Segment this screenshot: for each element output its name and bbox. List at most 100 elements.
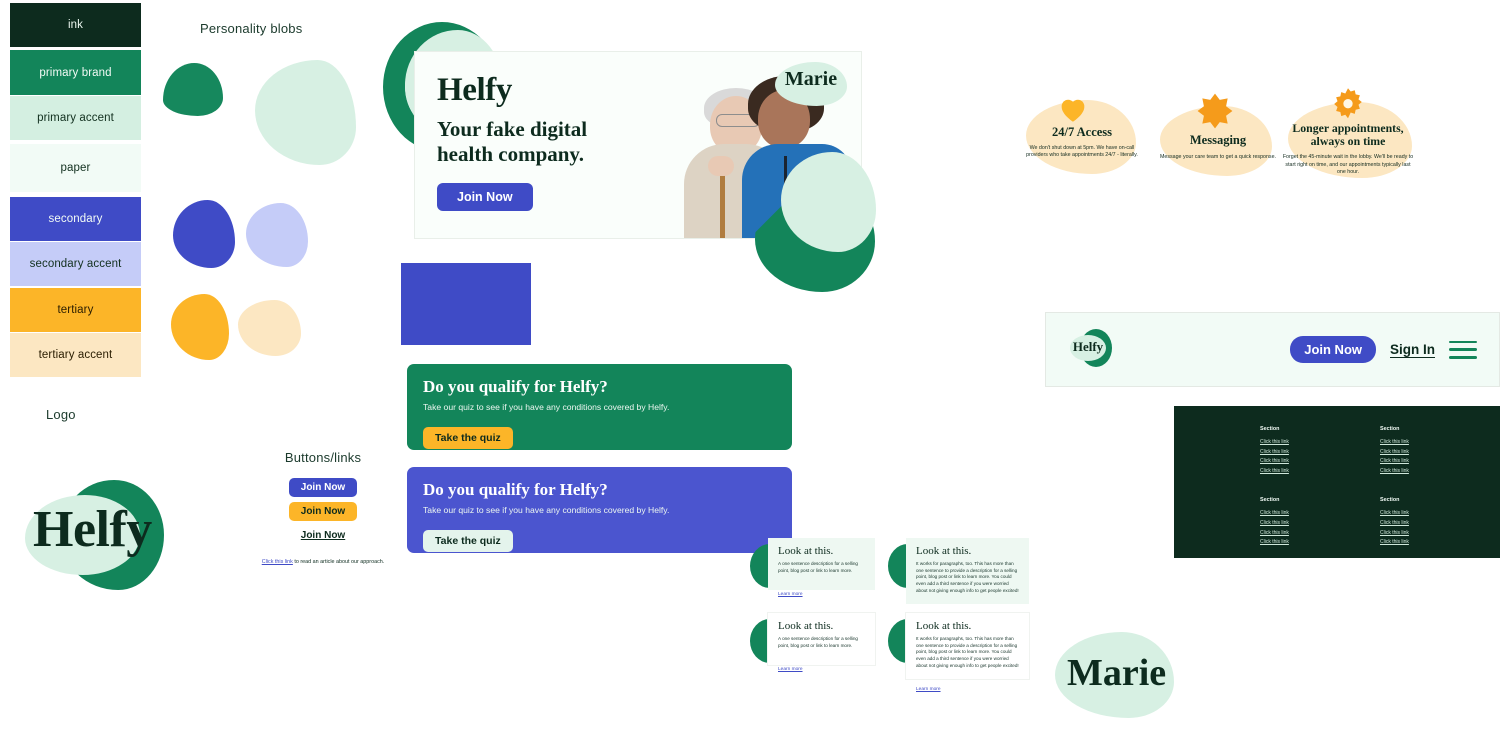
hero-brand-wordmark: Helfy [437,72,512,108]
navbar-logo-wordmark: Helfy [1072,338,1104,354]
footer-link[interactable]: Click this link [1260,439,1380,445]
feature-longer-appointments: Longer appointments, always on time Forg… [1278,84,1418,178]
swatch-tertiary-label: tertiary [57,304,94,316]
navbar-sign-in-link[interactable]: Sign In [1390,342,1435,357]
footer: Section Click this link Click this link … [1174,406,1500,558]
footer-link[interactable]: Click this link [1380,439,1500,445]
feature-title-1: 24/7 Access [1051,125,1113,139]
logo-section-label: Logo [46,407,76,422]
take-the-quiz-button-blue[interactable]: Take the quiz [423,530,513,553]
navbar-actions: Join Now Sign In [1290,336,1477,363]
inline-link-rest: to read an article about our approach. [292,559,385,565]
content-card-learn-more-3[interactable]: Learn more [778,667,803,672]
quiz-card-blue: Do you qualify for Helfy? Take our quiz … [407,467,792,553]
footer-heading-1: Section [1260,426,1280,432]
quiz-card-blue-title: Do you qualify for Helfy? [423,480,608,499]
buttons-links-group: Buttons/links Join Now Join Now Join Now… [258,450,388,567]
content-card-learn-more-1[interactable]: Learn more [778,592,803,597]
footer-link[interactable]: Click this link [1380,530,1500,536]
footer-link[interactable]: Click this link [1380,468,1500,474]
blob-tertiary-accent [238,300,301,356]
feature-title-2: Messaging [1189,133,1247,147]
join-now-primary-button[interactable]: Join Now [288,478,358,497]
swatch-paper: paper [10,144,141,192]
footer-heading-4: Section [1380,497,1400,504]
swatch-ink: ink [10,3,141,47]
blob-primary-accent [255,60,356,165]
footer-heading-3: Section [1260,497,1280,504]
swatch-primary-brand: primary brand [10,50,141,95]
feature-desc-3: Forget the 45-minute wait in the lobby. … [1282,153,1414,176]
navbar-logo[interactable]: Helfy [1070,328,1112,371]
buttons-links-label: Buttons/links [284,450,362,465]
content-card-text-4: It works for paragraphs, too. This has m… [916,636,1019,668]
color-palette: ink primary brand primary accent paper s… [10,3,141,377]
quiz-card-green-title: Do you qualify for Helfy? [423,377,608,396]
swatch-primary-brand-label: primary brand [39,66,112,79]
blob-secondary-accent [246,203,308,267]
content-card-body: Look at this. A one sentence description… [768,538,875,597]
footer-link[interactable]: Click this link [1260,539,1380,545]
footer-column-1: Section Click this link Click this link … [1260,426,1380,477]
blob-tertiary [171,294,229,360]
content-card-title-3: Look at this. [778,620,834,632]
quiz-card-green-body: Take our quiz to see if you have any con… [423,402,670,412]
footer-link[interactable]: Click this link [1260,510,1380,516]
feature-messaging: Messaging Message your care team to get … [1148,92,1288,176]
content-card-title-4: Look at this. [916,620,972,632]
content-card-body: Look at this. A one sentence description… [768,613,875,672]
photo-hand [708,156,734,176]
swatch-secondary-accent: secondary accent [10,242,141,286]
content-card-learn-more-4[interactable]: Learn more [916,687,941,692]
swatch-secondary-label: secondary [48,213,103,225]
join-now-text-button[interactable]: Join Now [289,526,357,545]
hero-name-badge: Marie [775,62,847,106]
footer-link[interactable]: Click this link [1380,449,1500,455]
blob-secondary [173,200,235,268]
footer-column-2: Section Click this link Click this link … [1380,426,1500,477]
swatch-tertiary-accent-label: tertiary accent [38,349,113,361]
navbar-join-now-button[interactable]: Join Now [1290,336,1376,363]
footer-column-3: Section Click this link Click this link … [1260,497,1380,548]
footer-link[interactable]: Click this link [1260,458,1380,464]
brand-board-canvas: ink primary brand primary accent paper s… [0,0,1500,732]
footer-link[interactable]: Click this link [1260,449,1380,455]
hero-copy: Helfy Your fake digital health company. … [437,74,647,211]
content-card-text-1: A one sentence description for a selling… [778,561,858,573]
swatch-tertiary: tertiary [10,288,141,332]
hamburger-menu-icon[interactable] [1449,340,1477,359]
hero-name-badge-text: Marie [784,68,838,90]
quiz-card-green: Do you qualify for Helfy? Take our quiz … [407,364,792,450]
swatch-secondary-accent-label: secondary accent [29,258,122,270]
footer-link[interactable]: Click this link [1260,468,1380,474]
footer-link[interactable]: Click this link [1380,458,1500,464]
feature-24-7-access: 24/7 Access We don't shut down at 5pm. W… [1012,88,1152,174]
footer-link[interactable]: Click this link [1260,530,1380,536]
name-blob-text: Marie [1067,652,1167,694]
footer-column-4: Section Click this link Click this link … [1380,497,1500,548]
navbar: Helfy Join Now Sign In [1045,312,1500,387]
footer-heading-2: Section [1380,426,1400,432]
content-card-body: Look at this. It works for paragraphs, t… [906,613,1029,692]
swatch-primary-accent-label: primary accent [37,112,114,124]
footer-link[interactable]: Click this link [1380,539,1500,545]
personality-blobs-label: Personality blobs [200,21,303,36]
logo-wordmark: Helfy [33,501,152,558]
hero-join-now-button[interactable]: Join Now [437,182,533,211]
footer-link[interactable]: Click this link [1260,520,1380,526]
footer-link[interactable]: Click this link [1380,510,1500,516]
feature-title-3: Longer appointments, always on time [1292,121,1404,148]
content-card-text-3: A one sentence description for a selling… [778,636,858,648]
footer-link[interactable]: Click this link [1380,520,1500,526]
feature-desc-2: Message your care team to get a quick re… [1159,153,1276,160]
inline-link-anchor[interactable]: Click this link [262,559,293,565]
content-card-title-1: Look at this. [778,545,834,557]
hero-banner: Helfy Your fake digital health company. … [383,22,903,292]
blob-primary-brand [163,63,223,116]
take-the-quiz-button-green[interactable]: Take the quiz [423,427,513,450]
feature-desc-1: We don't shut down at 5pm. We have on-ca… [1026,144,1138,159]
join-now-secondary-button[interactable]: Join Now [288,502,358,521]
swatch-secondary: secondary [10,197,141,241]
inline-link-sample: Click this link to read an article about… [258,559,388,567]
content-card-title-2: Look at this. [916,545,972,557]
